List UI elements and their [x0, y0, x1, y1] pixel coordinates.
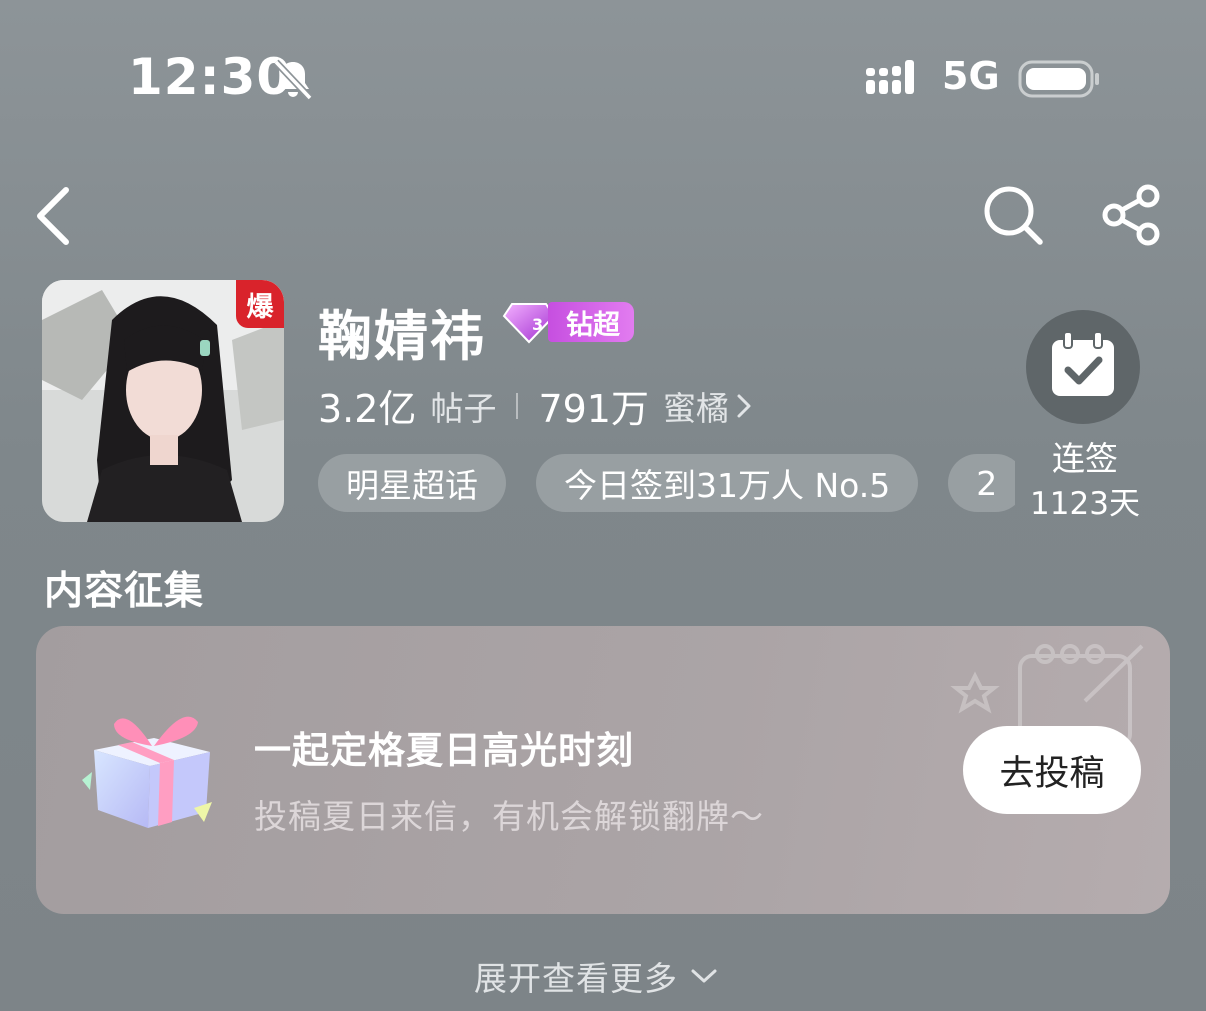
chip-category[interactable]: 明星超话 [318, 454, 506, 512]
card-title: 一起定格夏日高光时刻 [254, 729, 634, 772]
section-title: 内容征集 [44, 569, 205, 614]
expand-more-link[interactable]: 展开查看更多 [474, 952, 718, 1000]
chip-more[interactable]: 2 [948, 454, 1015, 512]
signal-icon [866, 60, 914, 94]
avatar[interactable]: 爆 [42, 280, 284, 522]
fans-label: 蜜橘 [662, 388, 729, 428]
svg-text:3: 3 [532, 315, 543, 334]
posts-label: 帖子 [430, 388, 497, 428]
search-icon[interactable] [982, 184, 1044, 246]
submit-button[interactable]: 去投稿 [963, 726, 1141, 814]
page-title: 鞠婧祎 [318, 305, 486, 368]
battery-icon [1018, 60, 1099, 98]
stats-row[interactable]: 3.2亿 帖子 791万 蜜橘 [318, 378, 753, 433]
tag-chips: 明星超话 今日签到31万人 No.5 2 [318, 454, 1015, 514]
expand-label: 展开查看更多 [474, 959, 678, 998]
card-subtitle: 投稿夏日来信，有机会解锁翻牌～ [254, 797, 764, 836]
back-icon[interactable] [34, 186, 74, 246]
level-badge[interactable]: 3 钻超 [502, 298, 634, 346]
checkin-button[interactable] [1026, 310, 1140, 424]
checkin-days: 1123天 [1030, 486, 1140, 522]
checkin-label: 连签 [1052, 439, 1118, 478]
chevron-right-icon [737, 394, 751, 417]
chip-checkin-rank[interactable]: 今日签到31万人 No.5 [536, 454, 919, 512]
chevron-down-icon [691, 969, 717, 983]
fans-count: 791万 [538, 387, 649, 431]
divider [516, 392, 519, 419]
bell-muted-icon [273, 59, 313, 101]
level-tag: 钻超 [548, 302, 634, 342]
share-icon[interactable] [1100, 184, 1164, 246]
gift-icon [82, 716, 212, 828]
status-time: 12:30 [128, 48, 293, 106]
calendar-check-icon [1052, 331, 1114, 396]
network-type: 5G [942, 54, 1000, 98]
posts-count: 3.2亿 [318, 387, 417, 431]
hot-badge: 爆 [236, 280, 284, 328]
